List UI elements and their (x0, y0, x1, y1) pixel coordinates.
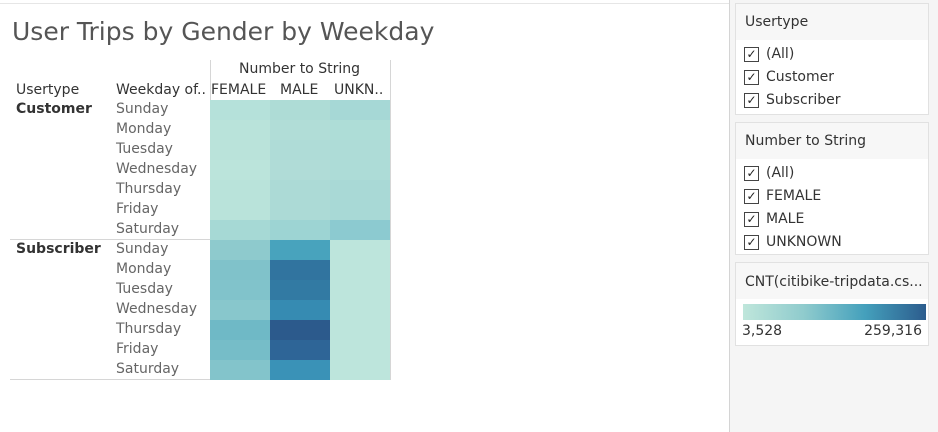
heatmap-cell[interactable] (270, 220, 330, 240)
heatmap-cell[interactable] (330, 240, 390, 260)
filter-option-customer[interactable]: ✓ Customer (744, 68, 834, 86)
filter-option-all[interactable]: ✓ (All) (744, 45, 794, 63)
heatmap-cell[interactable] (210, 120, 270, 140)
filter-option-all[interactable]: ✓ (All) (744, 164, 794, 182)
heatmap-cell[interactable] (270, 300, 330, 320)
heatmap-cell[interactable] (330, 220, 390, 240)
header-weekday[interactable]: Weekday of.. (116, 82, 206, 98)
checkbox-icon[interactable]: ✓ (744, 69, 759, 85)
heatmap-cell[interactable] (330, 200, 390, 220)
heatmap-cell[interactable] (330, 280, 390, 300)
heatmap-cell[interactable] (270, 260, 330, 280)
day-label: Wednesday (116, 301, 198, 317)
header-number-to-string[interactable]: Number to String (239, 61, 360, 77)
day-label: Tuesday (116, 281, 173, 297)
heatmap-cell[interactable] (210, 280, 270, 300)
heatmap-cell[interactable] (270, 160, 330, 180)
filter-option-female[interactable]: ✓ FEMALE (744, 187, 821, 205)
heatmap-cell[interactable] (210, 240, 270, 260)
filter-option-label: (All) (766, 46, 795, 62)
heatmap-cell[interactable] (330, 140, 390, 160)
group-label-subscriber: Subscriber (16, 241, 101, 257)
checkbox-icon[interactable]: ✓ (744, 46, 759, 62)
heatmap-cell[interactable] (210, 220, 270, 240)
day-label: Thursday (116, 321, 182, 337)
day-label: Sunday (116, 241, 169, 257)
heatmap-cell[interactable] (330, 160, 390, 180)
heatmap-cell[interactable] (270, 340, 330, 360)
day-label: Monday (116, 121, 172, 137)
checkbox-icon[interactable]: ✓ (744, 165, 759, 181)
header-col-unknown[interactable]: UNKN.. (334, 82, 383, 98)
day-label: Saturday (116, 361, 180, 377)
legend-title[interactable]: CNT(citibike-tripdata.cs... (745, 274, 923, 290)
day-label: Saturday (116, 221, 180, 237)
heatmap-cell[interactable] (210, 200, 270, 220)
heatmap-cell[interactable] (270, 320, 330, 340)
color-gradient-bar (743, 304, 926, 320)
heatmap-cell[interactable] (330, 300, 390, 320)
heatmap-cell[interactable] (210, 340, 270, 360)
header-col-female[interactable]: FEMALE (211, 82, 266, 98)
checkbox-icon[interactable]: ✓ (744, 234, 759, 250)
filter-option-unknown[interactable]: ✓ UNKNOWN (744, 233, 842, 251)
heatmap-cell[interactable] (330, 260, 390, 280)
heatmap-cell[interactable] (210, 180, 270, 200)
filter-option-label: (All) (766, 165, 795, 181)
header-col-male[interactable]: MALE (280, 82, 318, 98)
heatmap-cell[interactable] (210, 100, 270, 120)
heatmap-cell[interactable] (210, 140, 270, 160)
heatmap-cell[interactable] (270, 240, 330, 260)
heatmap-cell[interactable] (210, 360, 270, 380)
day-label: Friday (116, 201, 159, 217)
filter-card-usertype: Usertype ✓ (All) ✓ Customer ✓ Subscriber (735, 3, 929, 115)
heatmap-cell[interactable] (270, 360, 330, 380)
checkbox-icon[interactable]: ✓ (744, 188, 759, 204)
header-divider-left (210, 60, 211, 100)
heatmap-cell[interactable] (330, 180, 390, 200)
filter-option-label: Subscriber (766, 92, 841, 108)
heatmap-cell[interactable] (330, 320, 390, 340)
heatmap-cell[interactable] (270, 120, 330, 140)
group-label-customer: Customer (16, 101, 92, 117)
filter-option-label: UNKNOWN (766, 234, 842, 250)
legend-max-value: 259,316 (864, 323, 922, 339)
heatmap-cell[interactable] (270, 140, 330, 160)
checkbox-icon[interactable]: ✓ (744, 92, 759, 108)
heatmap-cell[interactable] (330, 120, 390, 140)
heatmap-cell[interactable] (210, 320, 270, 340)
filter-card-number-to-string: Number to String ✓ (All) ✓ FEMALE ✓ MALE… (735, 122, 929, 255)
day-label: Wednesday (116, 161, 198, 177)
top-divider (0, 3, 729, 4)
filter-option-subscriber[interactable]: ✓ Subscriber (744, 91, 841, 109)
filter-option-male[interactable]: ✓ MALE (744, 210, 804, 228)
filter-title-usertype: Usertype (745, 14, 809, 30)
day-label: Thursday (116, 181, 182, 197)
checkbox-icon[interactable]: ✓ (744, 211, 759, 227)
filter-option-label: MALE (766, 211, 805, 227)
worksheet-title: User Trips by Gender by Weekday (12, 17, 435, 46)
heatmap-cell[interactable] (270, 180, 330, 200)
legend-min-value: 3,528 (742, 323, 783, 339)
heatmap-cell[interactable] (330, 100, 390, 120)
day-label: Tuesday (116, 141, 173, 157)
day-label: Monday (116, 261, 172, 277)
filter-option-label: FEMALE (766, 188, 822, 204)
heatmap-cell[interactable] (210, 260, 270, 280)
heatmap-cell[interactable] (270, 100, 330, 120)
day-label: Friday (116, 341, 159, 357)
heatmap-cell[interactable] (210, 300, 270, 320)
heatmap-cell[interactable] (210, 160, 270, 180)
heatmap-cell[interactable] (270, 200, 330, 220)
heatmap-cell[interactable] (270, 280, 330, 300)
day-label: Sunday (116, 101, 169, 117)
table-right-border (390, 60, 391, 380)
heatmap-cell[interactable] (330, 360, 390, 380)
color-legend-card: CNT(citibike-tripdata.cs... 3,528 259,31… (735, 262, 929, 346)
filter-option-label: Customer (766, 69, 835, 85)
filter-title-number-to-string: Number to String (745, 133, 866, 149)
heatmap-cell[interactable] (330, 340, 390, 360)
header-usertype[interactable]: Usertype (16, 82, 79, 98)
